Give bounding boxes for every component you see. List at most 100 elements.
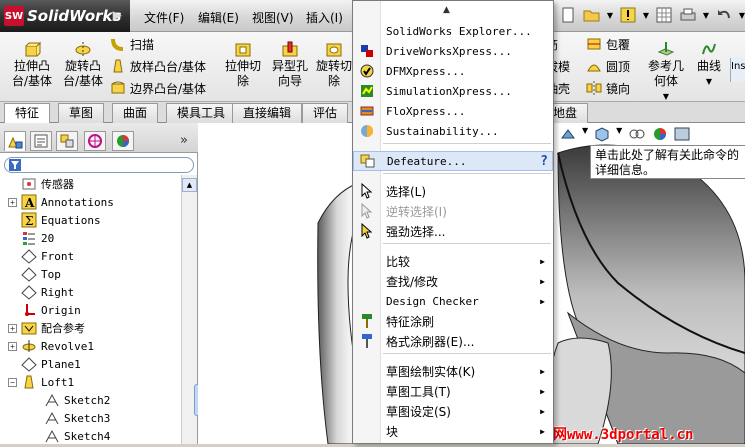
feature-tree-item[interactable]: + A Annotations: [8, 193, 114, 211]
menu-item[interactable]: 比较 ▶: [353, 251, 553, 271]
reference-geometry-button[interactable]: 参考几 何体 ▼: [646, 40, 686, 104]
collapse-icon[interactable]: −: [8, 377, 17, 387]
new-document-icon[interactable]: [558, 6, 578, 24]
expand-icon[interactable]: +: [8, 323, 17, 333]
wrap-button[interactable]: 包覆: [586, 34, 630, 54]
section-view-icon[interactable]: [560, 126, 576, 148]
feature-tree-item[interactable]: 传感器: [8, 175, 74, 193]
menu-item-label: 查找/修改: [386, 274, 439, 289]
feature-tree-label: Origin: [41, 303, 81, 317]
curves-button[interactable]: 曲线 ▼: [692, 40, 726, 89]
display-manager-icon: [117, 135, 129, 147]
chevron-down-icon[interactable]: ▼: [582, 126, 588, 148]
feature-tree-item[interactable]: Plane1: [8, 355, 81, 373]
menu-item-design-checker[interactable]: Design Checker ▶: [353, 291, 553, 311]
print-icon[interactable]: [678, 6, 698, 24]
feature-tree-item[interactable]: + 配合参考: [8, 319, 85, 337]
feature-tree-item[interactable]: Top: [8, 265, 61, 283]
revolve-boss-button[interactable]: 旋转凸 台/基体: [60, 40, 106, 89]
submenu-arrow-icon: ▶: [540, 296, 545, 306]
menu-item-simulationxpress[interactable]: SimulationXpress...: [353, 81, 553, 101]
plane-icon: [21, 356, 37, 372]
loft-button[interactable]: 放样凸台/基体: [110, 56, 206, 76]
feature-tree-item[interactable]: Sketch3: [44, 409, 110, 427]
chevron-down-icon[interactable]: ▼: [642, 6, 650, 24]
menu-item[interactable]: 逆转选择(I): [353, 201, 553, 221]
menu-view[interactable]: 视图(V): [252, 9, 294, 26]
tab-sketch[interactable]: 草图: [58, 103, 105, 123]
boundary-boss-button[interactable]: 边界凸台/基体: [110, 78, 206, 98]
chevron-down-icon[interactable]: ▼: [692, 74, 726, 89]
revolve-cut-button[interactable]: 旋转切 除: [314, 40, 354, 89]
chevron-down-icon[interactable]: ▼: [606, 6, 614, 24]
menu-item[interactable]: 草图绘制实体(K) ▶: [353, 361, 553, 381]
feature-tree-item[interactable]: Origin: [8, 301, 81, 319]
feature-tree-item[interactable]: Sketch2: [44, 391, 110, 409]
extrude-boss-button[interactable]: 拉伸凸 台/基体: [8, 40, 56, 89]
feature-tree-item[interactable]: Σ Equations: [8, 211, 101, 229]
feature-tree-item[interactable]: Right: [8, 283, 74, 301]
feature-tree-item[interactable]: − Loft1: [8, 373, 74, 391]
menu-item[interactable]: 查找/修改 ▶: [353, 271, 553, 291]
feature-tree-item[interactable]: + Revolve1: [8, 337, 94, 355]
chevron-down-icon[interactable]: ▼: [702, 6, 710, 24]
menu-scroll-up-icon[interactable]: ▲: [443, 5, 450, 15]
tab-direct-editing[interactable]: 直接编辑: [232, 103, 303, 123]
filter-input[interactable]: [4, 157, 194, 173]
configuration-manager-icon: [60, 134, 74, 148]
menu-item-defeature[interactable]: Defeature...?: [353, 151, 553, 171]
feature-manager-panel: » 传感器 + A Annotations Σ Equations 20 Front Top Ri…: [0, 123, 198, 444]
configuration-manager-tab[interactable]: [56, 131, 78, 151]
expand-icon[interactable]: +: [8, 197, 17, 207]
menu-item[interactable]: 特征涂刷: [353, 311, 553, 331]
feature-tree-tab[interactable]: [4, 131, 26, 151]
menu-item[interactable]: 块 ▶: [353, 421, 553, 441]
feature-tree-item[interactable]: Front: [8, 247, 74, 265]
property-manager-tab[interactable]: [30, 131, 52, 151]
feature-tree-item[interactable]: 20: [8, 229, 54, 247]
menu-item[interactable]: 草图工具(T) ▶: [353, 381, 553, 401]
hole-wizard-button[interactable]: 异型孔 向导: [268, 40, 312, 89]
menu-item-floxpress[interactable]: FloXpress...: [353, 101, 553, 121]
solidworks-logo[interactable]: SW SolidWorks ▶: [0, 0, 130, 32]
sweep-button[interactable]: 扫描: [110, 34, 154, 54]
feature-tree-item[interactable]: Sketch4: [44, 427, 110, 445]
help-question-icon[interactable]: ?: [540, 154, 548, 169]
menu-item[interactable]: 草图设定(S) ▶: [353, 401, 553, 421]
sketch-icon: [44, 410, 60, 426]
menu-insert[interactable]: 插入(I): [306, 9, 343, 26]
dome-button[interactable]: 圆顶: [586, 56, 630, 76]
menu-item-sustainability[interactable]: Sustainability...: [353, 121, 553, 141]
instant3d-button[interactable]: Ins: [730, 58, 745, 82]
chevron-down-icon[interactable]: ▼: [738, 6, 745, 24]
display-manager-tab[interactable]: [112, 131, 134, 151]
menu-item-driveworksxpress[interactable]: DriveWorksXpress...: [353, 41, 553, 61]
menu-item[interactable]: 强劲选择...: [353, 221, 553, 241]
menu-item-solidworks-explorer[interactable]: SolidWorks Explorer...: [353, 21, 553, 41]
dimxpert-tab[interactable]: [84, 131, 106, 151]
revolve-boss-icon: [75, 42, 91, 56]
tab-features[interactable]: 特征: [4, 103, 51, 124]
mirror-button[interactable]: 镜向: [586, 78, 630, 98]
menu-item[interactable]: 选择(L): [353, 181, 553, 201]
tab-surfaces[interactable]: 曲面: [112, 103, 159, 123]
tab-mold-tools[interactable]: 模具工具: [166, 103, 237, 123]
rebuild-icon[interactable]: [618, 6, 638, 24]
menu-separator: [383, 353, 551, 354]
menu-item[interactable]: 格式涂刷器(E)...: [353, 331, 553, 351]
undo-icon[interactable]: [714, 6, 734, 24]
revolve-boss-label: 旋转凸 台/基体: [62, 59, 104, 88]
scroll-up-arrow-icon[interactable]: ▲: [182, 178, 197, 192]
feature-tree-label: Revolve1: [41, 339, 94, 353]
svg-text:A: A: [24, 196, 35, 210]
menu-file[interactable]: 文件(F): [144, 9, 184, 26]
menu-edit[interactable]: 编辑(E): [198, 9, 239, 26]
options-grid-icon[interactable]: [654, 6, 674, 24]
more-tabs-icon[interactable]: »: [180, 133, 188, 148]
menu-item-dfmxpress[interactable]: DFMXpress...: [353, 61, 553, 81]
extrude-boss-label: 拉伸凸 台/基体: [11, 59, 53, 88]
expand-icon[interactable]: +: [8, 341, 17, 351]
extrude-cut-button[interactable]: 拉伸切 除: [222, 40, 264, 89]
open-folder-icon[interactable]: [582, 6, 602, 24]
tab-evaluate[interactable]: 评估: [302, 103, 349, 123]
